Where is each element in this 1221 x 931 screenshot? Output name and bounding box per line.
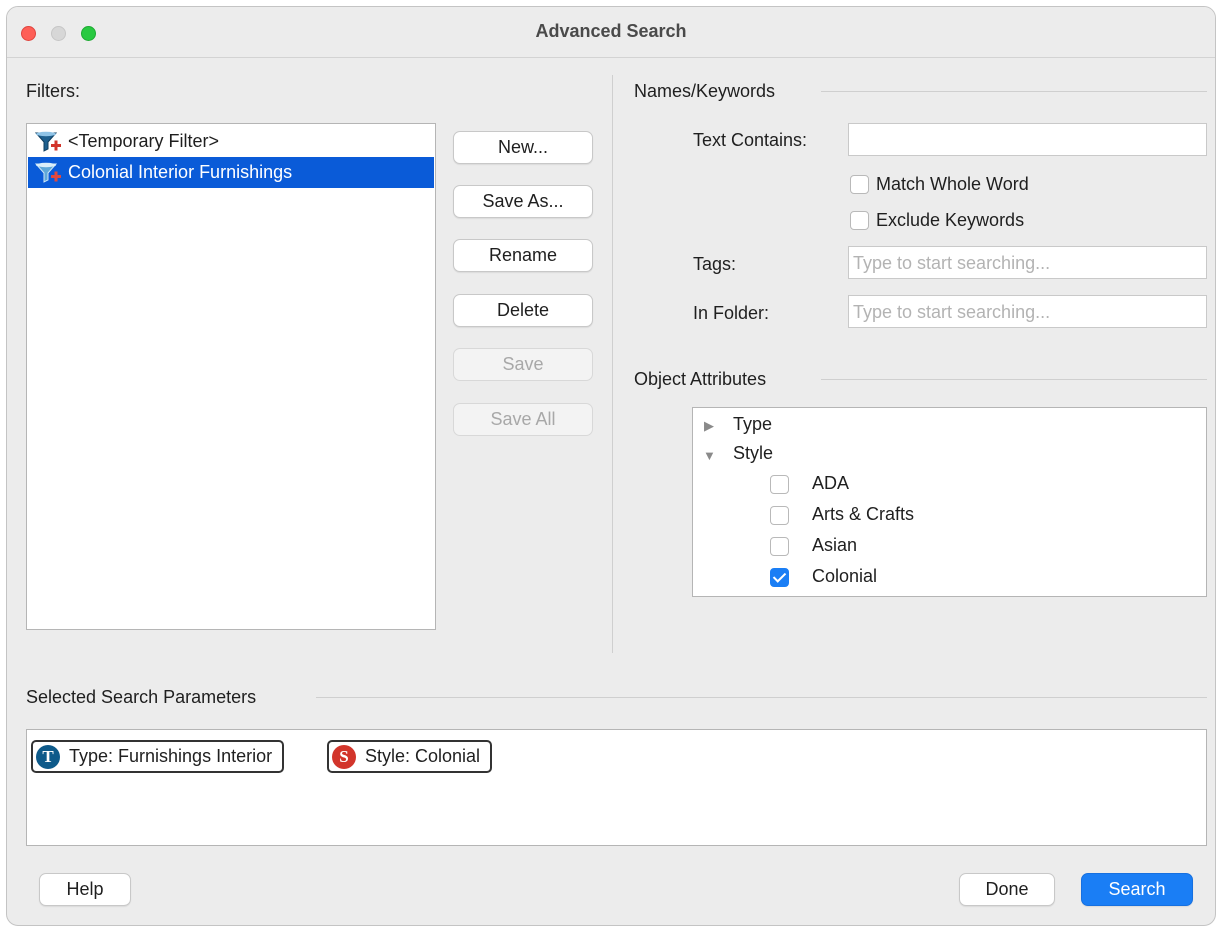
text-contains-input[interactable] — [848, 123, 1207, 156]
funnel-add-icon — [34, 162, 61, 183]
section-rule — [316, 697, 1207, 698]
exclude-keywords-label: Exclude Keywords — [876, 210, 1025, 230]
style-arts-crafts-label: Arts & Crafts — [812, 504, 915, 524]
help-button[interactable]: Help — [39, 873, 131, 906]
done-button[interactable]: Done — [959, 873, 1055, 906]
filter-item-label: Colonial Interior Furnishings — [68, 162, 293, 182]
tags-input[interactable]: Type to start searching... — [848, 246, 1207, 279]
section-rule — [821, 379, 1207, 380]
in-folder-input[interactable]: Type to start searching... — [848, 295, 1207, 328]
param-chip-label: Type: Furnishings Interior — [69, 746, 273, 766]
selected-params-heading: Selected Search Parameters — [26, 687, 257, 707]
text-contains-label: Text Contains: — [693, 130, 808, 150]
style-colonial-checkbox[interactable] — [770, 568, 789, 587]
style-ada-label: ADA — [812, 473, 850, 493]
vertical-divider — [612, 75, 613, 653]
filter-item-temporary[interactable]: <Temporary Filter> — [28, 126, 434, 157]
match-whole-word-label: Match Whole Word — [876, 174, 1029, 194]
names-keywords-heading: Names/Keywords — [634, 81, 776, 101]
style-arts-crafts-checkbox[interactable] — [770, 506, 789, 525]
rename-button[interactable]: Rename — [453, 239, 593, 272]
style-letter-icon: S — [332, 744, 356, 769]
section-rule — [821, 91, 1207, 92]
delete-button[interactable]: Delete — [453, 294, 593, 327]
search-button[interactable]: Search — [1081, 873, 1193, 906]
filters-list[interactable]: <Temporary Filter> Colonial Interior Fur… — [26, 123, 436, 630]
filter-item-label: <Temporary Filter> — [68, 131, 220, 151]
style-ada-checkbox[interactable] — [770, 475, 789, 494]
exclude-keywords-checkbox[interactable] — [850, 211, 869, 230]
style-colonial-label: Colonial — [812, 566, 878, 586]
param-chip-style[interactable]: S Style: Colonial — [327, 740, 493, 773]
in-folder-label: In Folder: — [693, 303, 770, 323]
save-button[interactable]: Save — [453, 348, 593, 381]
tree-item-type[interactable]: Type — [733, 414, 772, 435]
triangle-down-icon[interactable]: ▼ — [703, 448, 716, 463]
filters-label: Filters: — [26, 81, 80, 101]
title-bar: Advanced Search — [7, 7, 1215, 58]
match-whole-word-checkbox[interactable] — [850, 175, 869, 194]
attributes-tree[interactable]: ▶ Type ▼ Style ADA Arts & Crafts Asian C… — [692, 407, 1207, 597]
tags-label: Tags: — [693, 254, 737, 274]
param-chip-type[interactable]: T Type: Furnishings Interior — [31, 740, 285, 773]
funnel-add-icon — [34, 131, 61, 152]
style-asian-checkbox[interactable] — [770, 537, 789, 556]
object-attributes-heading: Object Attributes — [634, 369, 767, 389]
type-letter-icon: T — [36, 744, 60, 769]
param-chip-label: Style: Colonial — [365, 746, 481, 766]
window-title: Advanced Search — [535, 21, 687, 41]
filter-item-colonial-interior-furnishings[interactable]: Colonial Interior Furnishings — [28, 157, 434, 188]
new-filter-button[interactable]: New... — [453, 131, 593, 164]
tree-item-style[interactable]: Style — [733, 443, 773, 464]
advanced-search-window: Advanced Search Filters: <Temporary Filt… — [6, 6, 1216, 926]
style-asian-label: Asian — [812, 535, 858, 555]
save-all-button[interactable]: Save All — [453, 403, 593, 436]
triangle-right-icon[interactable]: ▶ — [704, 418, 714, 434]
save-as-button[interactable]: Save As... — [453, 185, 593, 218]
